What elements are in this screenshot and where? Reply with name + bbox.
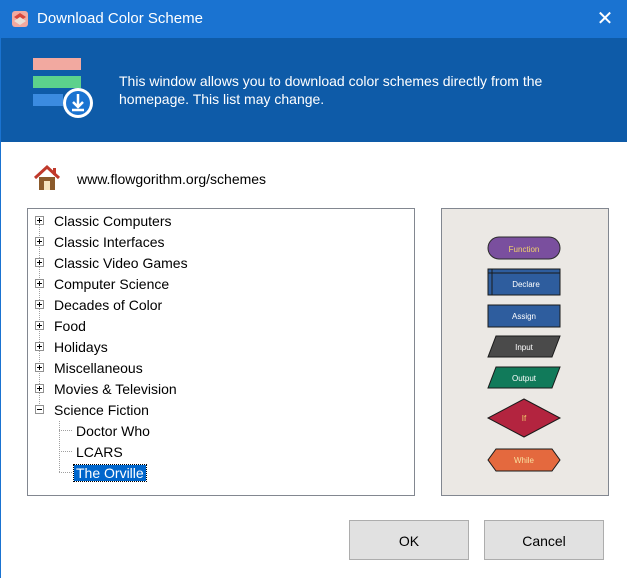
tree-item-label: Classic Video Games xyxy=(54,255,188,271)
scheme-tree[interactable]: Classic Computers Classic Interfaces Cla… xyxy=(27,208,415,496)
tree-item-label: Holidays xyxy=(54,339,108,355)
declare-label: Declare xyxy=(512,280,540,289)
tree-item-label: Classic Computers xyxy=(54,213,172,229)
cancel-button[interactable]: Cancel xyxy=(484,520,604,560)
expand-plus-icon[interactable] xyxy=(35,363,44,372)
info-banner: This window allows you to download color… xyxy=(1,38,627,142)
input-label: Input xyxy=(515,343,534,352)
if-label: If xyxy=(522,414,527,423)
tree-item-label: Food xyxy=(54,318,86,334)
preview-canvas: Function Declare Assign Input Output If … xyxy=(486,236,562,472)
expand-plus-icon[interactable] xyxy=(35,237,44,246)
flowgorithm-app-icon xyxy=(12,11,28,27)
tree-item-label: Decades of Color xyxy=(54,297,163,313)
while-label: While xyxy=(514,456,535,465)
tree-item-label: LCARS xyxy=(76,444,123,460)
output-label: Output xyxy=(512,374,537,383)
tree-item-label: Miscellaneous xyxy=(54,360,143,376)
expand-plus-icon[interactable] xyxy=(35,216,44,225)
scheme-url: www.flowgorithm.org/schemes xyxy=(77,171,267,187)
home-icon xyxy=(33,164,61,190)
tree-item-label: Computer Science xyxy=(54,276,170,292)
scheme-preview: Function Declare Assign Input Output If … xyxy=(441,208,609,496)
collapse-minus-icon[interactable] xyxy=(35,405,44,414)
expand-plus-icon[interactable] xyxy=(35,342,44,351)
function-label: Function xyxy=(509,245,540,254)
tree-item-label: Doctor Who xyxy=(76,423,150,439)
ok-button[interactable]: OK xyxy=(349,520,469,560)
banner-text: This window allows you to download color… xyxy=(119,73,543,107)
tree-item-label-selected: The Orville xyxy=(73,464,147,482)
download-schemes-icon xyxy=(33,58,93,118)
title-bar: Download Color Scheme ✕ xyxy=(1,0,627,38)
assign-label: Assign xyxy=(512,312,536,321)
expand-plus-icon[interactable] xyxy=(35,384,44,393)
close-icon[interactable]: ✕ xyxy=(582,0,627,38)
window-title: Download Color Scheme xyxy=(37,10,203,27)
expand-plus-icon[interactable] xyxy=(35,258,44,267)
expand-plus-icon[interactable] xyxy=(35,321,44,330)
tree-item-label: Science Fiction xyxy=(54,402,149,418)
expand-plus-icon[interactable] xyxy=(35,279,44,288)
tree-item-label: Classic Interfaces xyxy=(54,234,165,250)
tree-item-label: Movies & Television xyxy=(54,381,177,397)
expand-plus-icon[interactable] xyxy=(35,300,44,309)
download-color-scheme-dialog: Download Color Scheme ✕ This window allo… xyxy=(0,0,627,578)
